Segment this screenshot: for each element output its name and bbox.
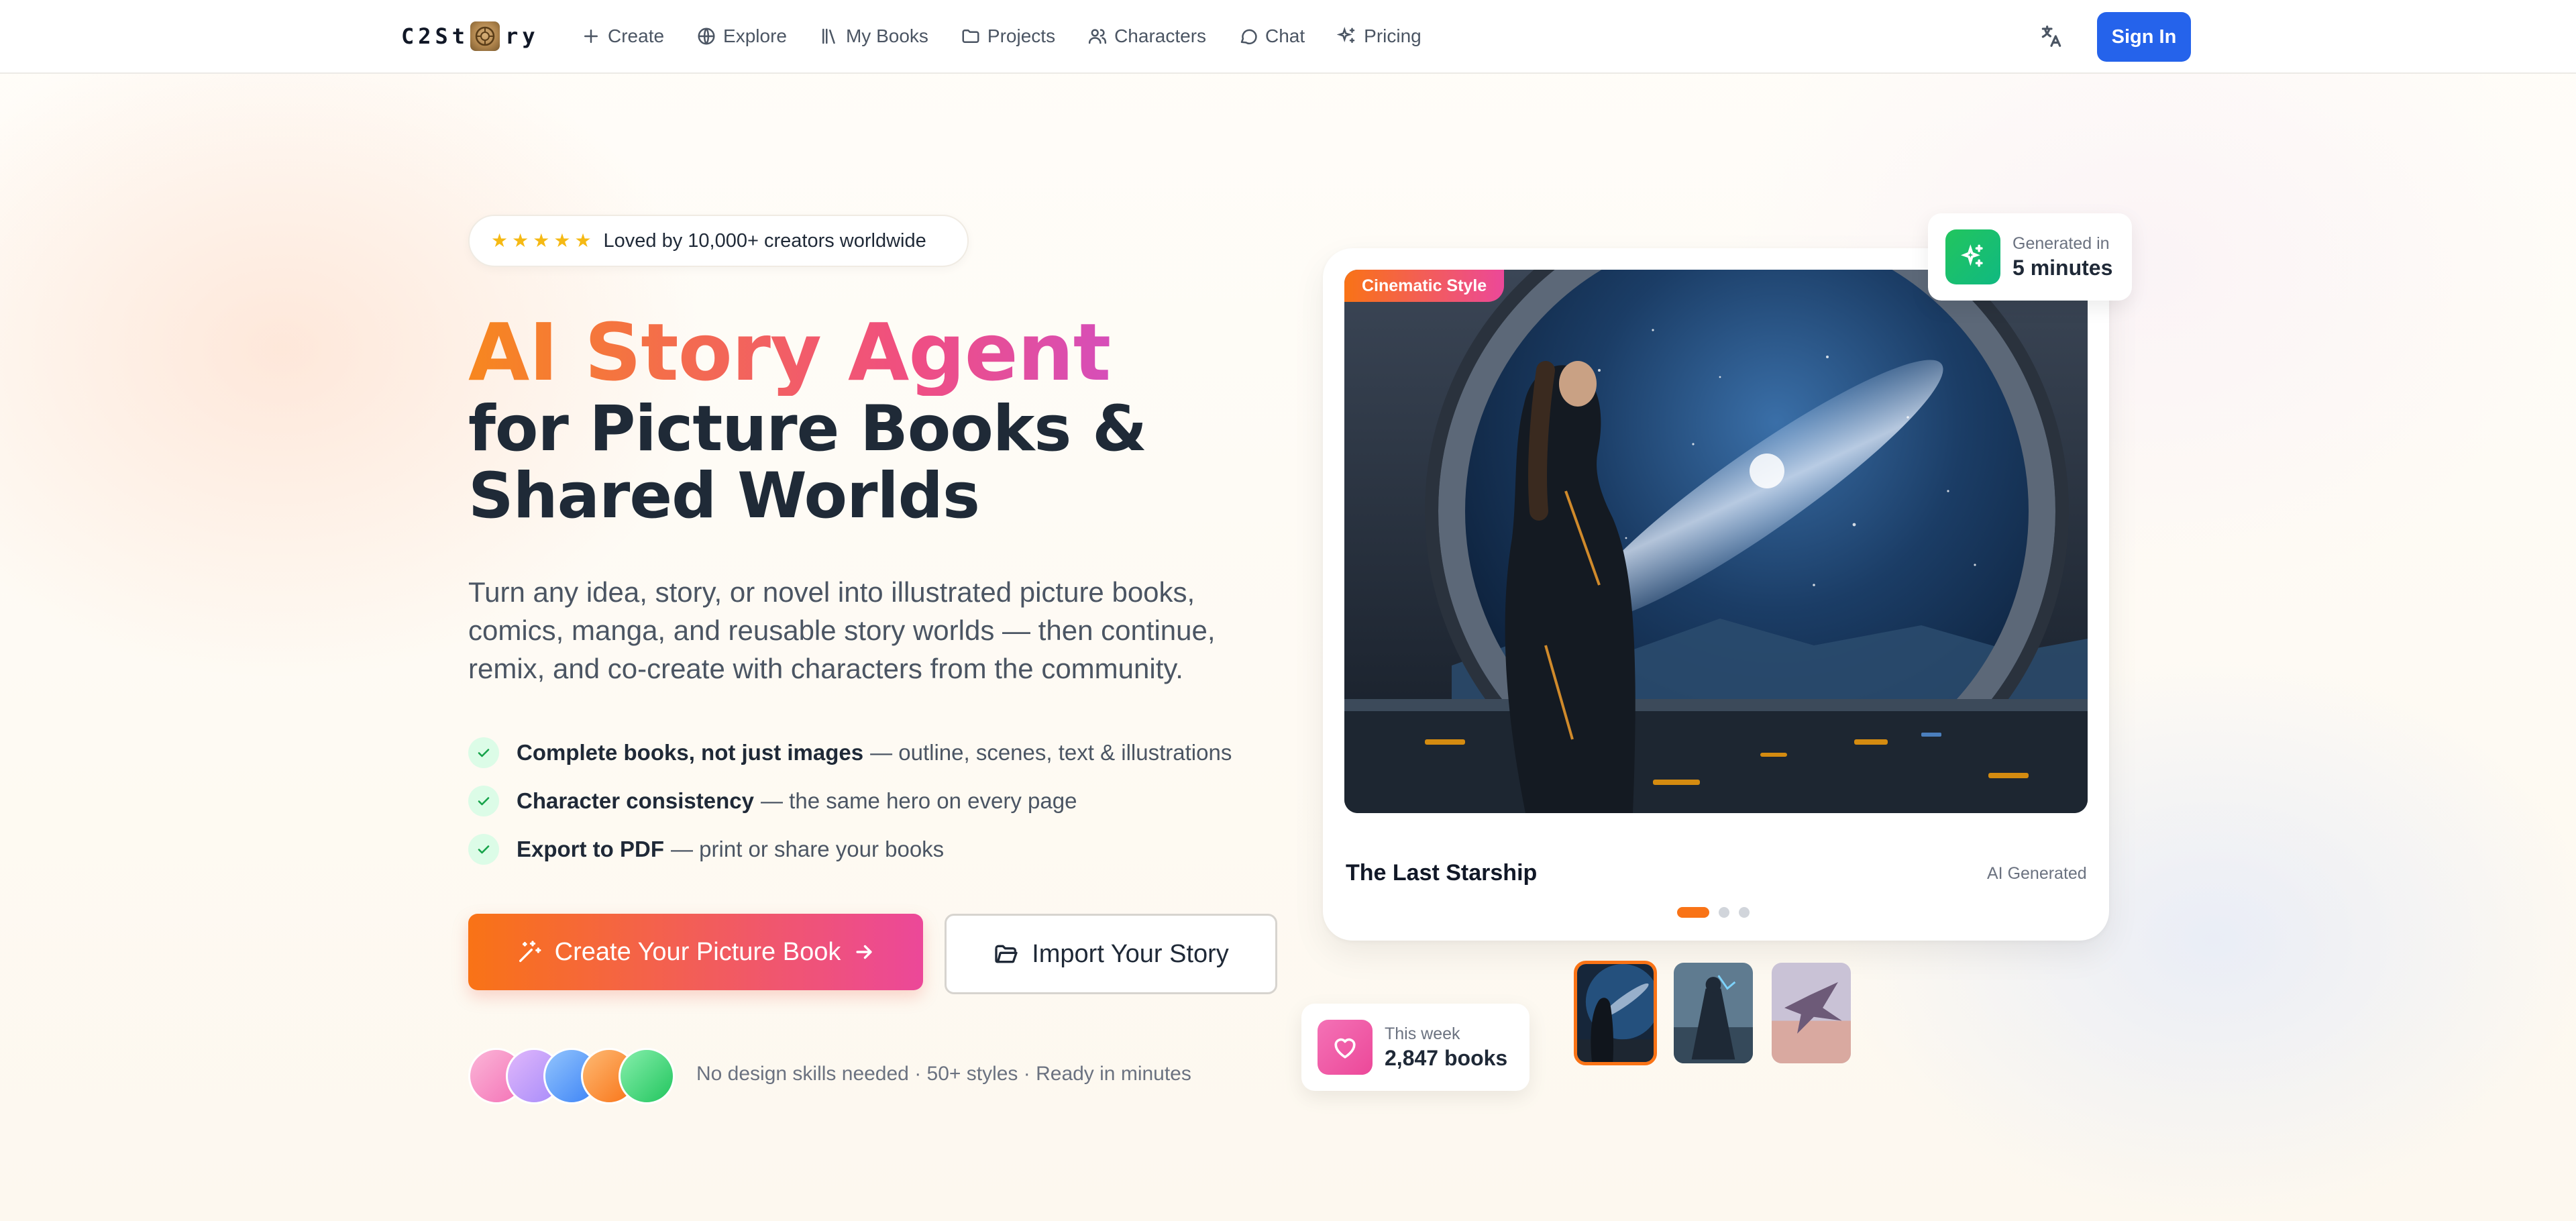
hero-title: AI Story Agent for Picture Books & Share… bbox=[468, 309, 1273, 530]
feature-title: Character consistency bbox=[517, 788, 754, 813]
feature-item: Complete books, not just images — outlin… bbox=[468, 729, 1232, 777]
nav-my-books[interactable]: My Books bbox=[819, 20, 928, 52]
feature-title: Complete books, not just images bbox=[517, 740, 864, 765]
rating-stars: ★ ★ ★ ★ ★ bbox=[491, 231, 592, 250]
book-cover-illustration[interactable] bbox=[1344, 270, 2088, 813]
nav-label: Chat bbox=[1265, 25, 1305, 46]
plus-icon bbox=[584, 30, 598, 43]
hero-title-gradient: AI Story Agent bbox=[468, 309, 1273, 396]
check-icon bbox=[468, 786, 499, 816]
ai-generated-tag: AI Generated bbox=[1987, 864, 2087, 883]
feature-detail: — outline, scenes, text & illustrations bbox=[870, 740, 1232, 765]
nav-projects[interactable]: Projects bbox=[961, 20, 1055, 52]
folder-open-icon bbox=[995, 945, 1018, 963]
star-icon: ★ bbox=[533, 230, 550, 251]
star-icon: ★ bbox=[512, 230, 529, 251]
sparkles-icon bbox=[1337, 27, 1355, 43]
check-icon bbox=[468, 737, 499, 768]
logo-text-right: ry bbox=[505, 23, 539, 49]
feature-title: Export to PDF bbox=[517, 837, 664, 861]
nav-label: Pricing bbox=[1364, 25, 1421, 46]
magic-wand-icon bbox=[519, 941, 541, 962]
feature-item: Character consistency — the same hero on… bbox=[468, 777, 1232, 825]
thumbnail-dragon[interactable] bbox=[1770, 961, 1853, 1065]
nav-label: Projects bbox=[987, 25, 1056, 46]
book-title: The Last Starship bbox=[1346, 860, 1538, 886]
rating-pill: ★ ★ ★ ★ ★ Loved by 10,000+ creators worl… bbox=[468, 215, 969, 267]
cta-primary-label: Create Your Picture Book bbox=[554, 937, 841, 966]
nav-label: Create bbox=[608, 25, 665, 46]
week-label: This week bbox=[1385, 1024, 1460, 1043]
nav-explore[interactable]: Explore bbox=[696, 20, 787, 52]
chat-bubble-icon bbox=[1240, 29, 1257, 45]
week-value: 2,847 books bbox=[1385, 1046, 1508, 1070]
sparkles-icon bbox=[1945, 229, 2000, 284]
social-proof-text: No design skills needed · 50+ styles · R… bbox=[696, 1063, 1191, 1085]
star-icon: ★ bbox=[574, 230, 592, 251]
carousel-dot-3[interactable] bbox=[1739, 907, 1750, 918]
thumbnail-superhero[interactable] bbox=[1672, 961, 1755, 1065]
sign-in-button[interactable]: Sign In bbox=[2097, 12, 2191, 62]
hero-title-line-3: Shared Worlds bbox=[468, 460, 980, 533]
translate-icon bbox=[2041, 25, 2061, 47]
nav-label: My Books bbox=[845, 25, 928, 46]
nav-label: Explore bbox=[723, 25, 787, 46]
weekly-books-badge: This week 2,847 books bbox=[1301, 1004, 1529, 1091]
library-icon bbox=[822, 28, 835, 44]
nav-characters[interactable]: Characters bbox=[1087, 20, 1206, 52]
page-background bbox=[0, 0, 2576, 1221]
generated-label: Generated in bbox=[2012, 234, 2110, 253]
style-badge: Cinematic Style bbox=[1344, 270, 1505, 302]
nav-create[interactable]: Create bbox=[581, 20, 664, 52]
feature-detail: — the same hero on every page bbox=[761, 788, 1077, 813]
carousel-dots bbox=[1677, 907, 1750, 918]
nav-chat[interactable]: Chat bbox=[1238, 20, 1305, 52]
hero-title-line-2: for Picture Books & bbox=[468, 392, 1147, 466]
thumbnail-starship[interactable] bbox=[1574, 961, 1657, 1065]
rating-text: Loved by 10,000+ creators worldwide bbox=[603, 229, 926, 252]
feature-detail: — print or share your books bbox=[671, 837, 945, 861]
heart-icon bbox=[1318, 1020, 1373, 1075]
arrow-right-icon bbox=[856, 945, 872, 959]
logo-text-left: C2St bbox=[401, 23, 470, 49]
folder-icon bbox=[962, 30, 979, 43]
main-nav: Create Explore My Books Projects Charact… bbox=[581, 20, 1454, 52]
feature-item: Export to PDF — print or share your book… bbox=[468, 825, 1232, 873]
nav-label: Characters bbox=[1114, 25, 1207, 46]
avatar bbox=[619, 1048, 675, 1104]
feature-list: Complete books, not just images — outlin… bbox=[468, 729, 1232, 873]
carousel-dot-2[interactable] bbox=[1719, 907, 1729, 918]
star-icon: ★ bbox=[491, 230, 508, 251]
star-icon: ★ bbox=[553, 230, 571, 251]
globe-icon bbox=[698, 28, 715, 45]
carousel-dot-1[interactable] bbox=[1677, 907, 1709, 918]
nav-pricing[interactable]: Pricing bbox=[1337, 20, 1421, 52]
logo-compass-icon bbox=[470, 21, 500, 51]
creator-avatars bbox=[468, 1048, 675, 1104]
site-logo[interactable]: C2St ry bbox=[401, 20, 539, 52]
import-story-button[interactable]: Import Your Story bbox=[945, 914, 1277, 994]
users-icon bbox=[1088, 29, 1107, 44]
generated-time-badge: Generated in 5 minutes bbox=[1928, 213, 2132, 301]
cta-secondary-label: Import Your Story bbox=[1032, 939, 1229, 968]
top-navigation-bar: C2St ry Create Explore My Books Projects bbox=[0, 0, 2576, 74]
create-picture-book-button[interactable]: Create Your Picture Book bbox=[468, 914, 923, 990]
generated-value: 5 minutes bbox=[2012, 256, 2113, 280]
check-icon bbox=[468, 834, 499, 865]
hero-description: Turn any idea, story, or novel into illu… bbox=[468, 576, 1216, 684]
language-switcher[interactable] bbox=[2037, 21, 2066, 51]
book-thumbnails bbox=[1574, 961, 1853, 1065]
